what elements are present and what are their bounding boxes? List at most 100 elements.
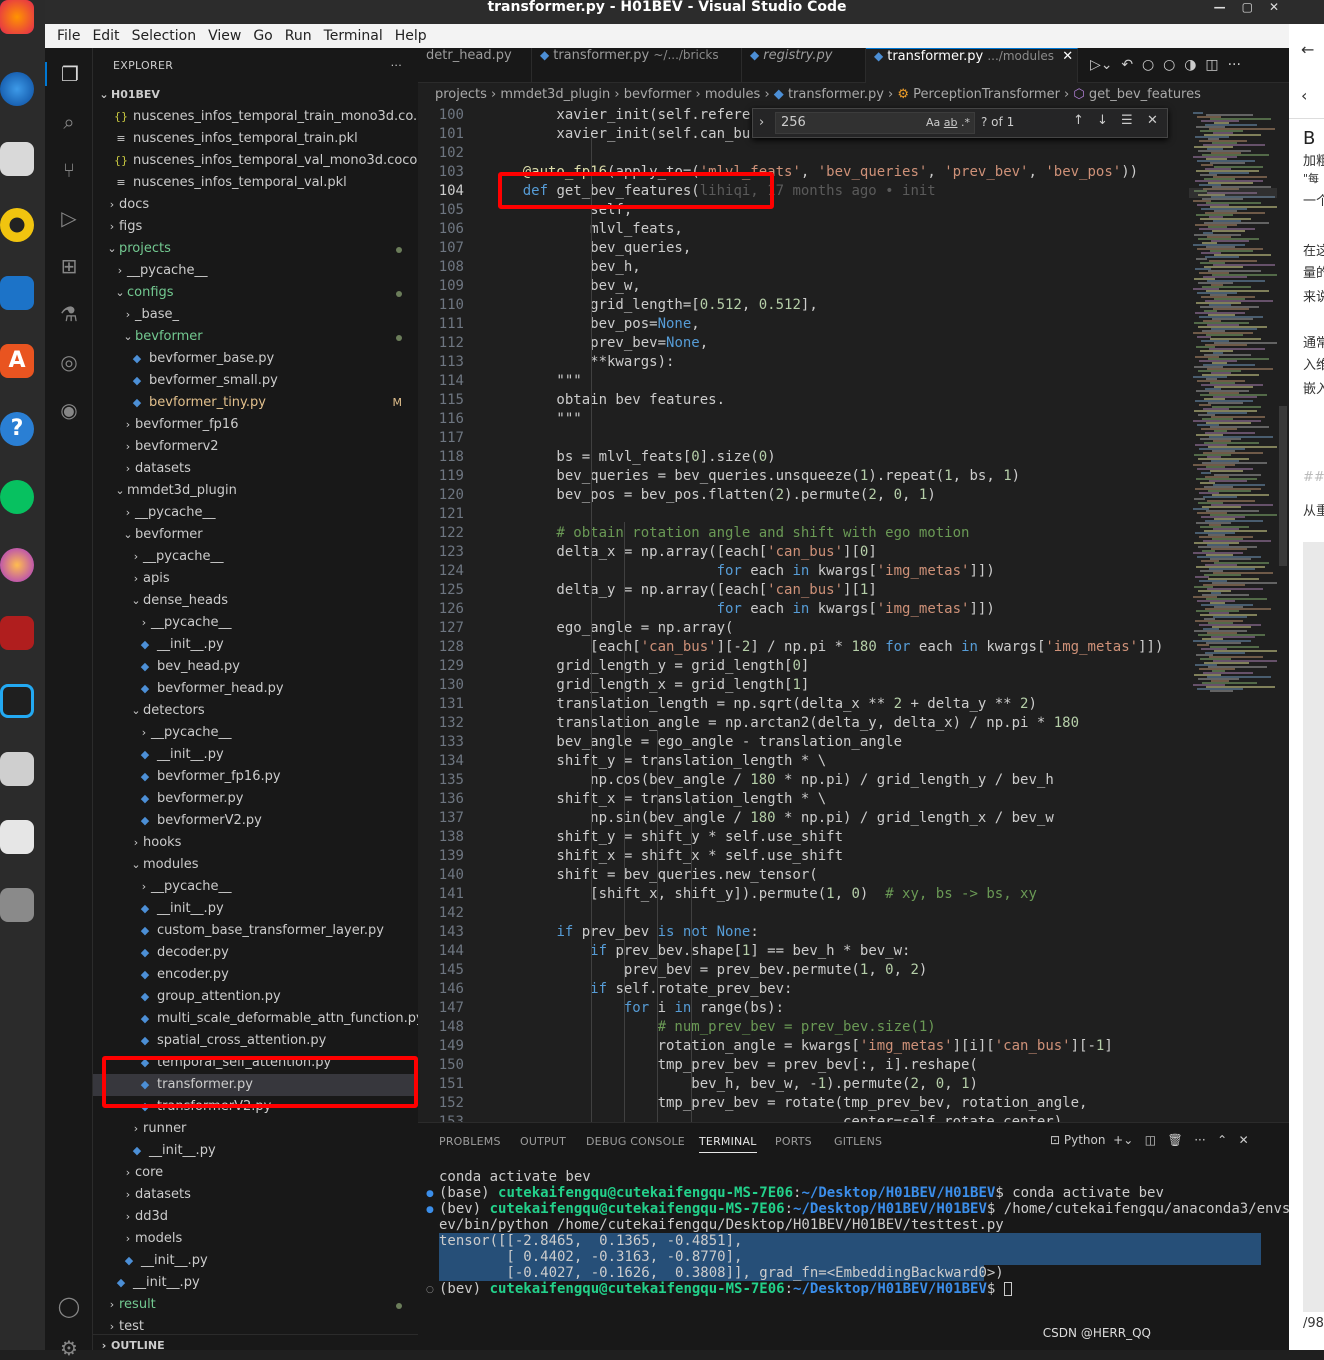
code-line[interactable]: grid_length_x = grid_length[1] (489, 676, 809, 695)
code-line[interactable]: bev_angle = ego_angle - translation_angl… (489, 733, 902, 752)
tree-folder[interactable]: › __pycache__ (93, 260, 418, 282)
code-line[interactable]: np.cos(bev_angle / 180 * np.pi) / grid_l… (489, 771, 1054, 790)
tree-folder[interactable]: ⌄ modules (93, 854, 418, 876)
code-line[interactable]: bev_queries = bev_queries.unsqueeze(1).r… (489, 467, 1020, 486)
tree-file[interactable]: ◆ bevformer_small.py (93, 370, 418, 392)
tree-file[interactable]: ◆ bevformer.py (93, 788, 418, 810)
code-line[interactable]: bs = mlvl_feats[0].size(0) (489, 448, 775, 467)
tree-folder[interactable]: › __pycache__ (93, 612, 418, 634)
code-line[interactable]: shift_x = shift_x * self.use_shift (489, 847, 843, 866)
minimap-viewport[interactable] (1189, 188, 1277, 198)
files-icon[interactable] (0, 142, 34, 176)
back-arrow-icon[interactable]: ← (1301, 40, 1314, 59)
more-terminal-icon[interactable]: ··· (1194, 1133, 1205, 1147)
close-find-icon[interactable]: ✕ (1147, 113, 1158, 128)
tree-folder[interactable]: › bevformer_fp16 (93, 414, 418, 436)
code-line[interactable]: grid_length_y = grid_length[0] (489, 657, 809, 676)
code-line[interactable]: translation_angle = np.arctan2(delta_y, … (489, 714, 1079, 733)
run-debug-icon[interactable]: ▷ (57, 206, 81, 230)
extensions-icon[interactable]: ⊞ (57, 254, 81, 278)
tree-folder[interactable]: › datasets (93, 458, 418, 480)
tab-detr-head[interactable]: detr_head.py (418, 48, 532, 83)
close-panel-icon[interactable]: ✕ (1239, 1133, 1249, 1147)
code-line[interactable]: rotation_angle = kwargs['img_metas'][i][… (489, 1037, 1113, 1056)
tree-folder[interactable]: › bevformerv2 (93, 436, 418, 458)
rhythmbox-icon[interactable] (0, 208, 34, 242)
app-center-icon[interactable]: A (0, 344, 34, 378)
terminal-app-icon[interactable] (0, 616, 34, 650)
command-decoration-icon[interactable]: ● (426, 1189, 434, 1199)
menu-file[interactable]: File (51, 28, 86, 44)
image-viewer-icon[interactable] (0, 752, 34, 786)
tree-file[interactable]: ◆ __init__.py (93, 898, 418, 920)
toggle-replace-icon[interactable]: › (759, 115, 764, 130)
minimap[interactable] (1189, 106, 1281, 1122)
next-match-icon[interactable]: ↓ (1097, 113, 1108, 128)
account-icon[interactable]: ◯ (57, 1294, 81, 1318)
menu-go[interactable]: Go (247, 28, 278, 44)
code-editor[interactable]: 100 xavier_init(self.refere 101 xavier_in… (418, 106, 1289, 1122)
code-line[interactable]: obtain bev features. (489, 391, 725, 410)
code-line[interactable]: tmp_prev_bev = prev_bev[:, i].reshape( (489, 1056, 978, 1075)
tree-folder[interactable]: › datasets (93, 1184, 418, 1206)
crumb-mmdet3d-plugin[interactable]: mmdet3d_plugin (500, 87, 610, 102)
tree-file[interactable]: ◆ __init__.py (93, 1250, 418, 1272)
code-line[interactable]: bev_w, (489, 277, 641, 296)
tree-file[interactable]: {} nuscenes_infos_temporal_train_mono3d.c… (93, 106, 418, 128)
terminal-shell-name[interactable]: Python (1064, 1133, 1106, 1147)
testing-icon[interactable]: ⚗ (57, 302, 81, 326)
code-line[interactable]: bev_h, (489, 258, 641, 277)
more-actions-icon[interactable]: ··· (391, 48, 402, 83)
tree-folder[interactable]: ⌄ projects (93, 238, 418, 260)
previous-match-icon[interactable]: ↑ (1073, 113, 1084, 128)
tree-file[interactable]: ◆ __init__.py (93, 1272, 418, 1294)
code-line[interactable]: bev_pos = bev_pos.flatten(2).permute(2, … (489, 486, 935, 505)
menu-selection[interactable]: Selection (126, 28, 203, 44)
tree-file[interactable]: {} nuscenes_infos_temporal_val_mono3d.coc… (93, 150, 418, 172)
code-line[interactable]: prev_bev = prev_bev.permute(1, 0, 2) (489, 961, 927, 980)
match-case-toggle[interactable]: Aa (926, 116, 940, 129)
tree-folder[interactable]: ⌄ configs (93, 282, 418, 304)
chevron-left-icon[interactable]: ‹ (1301, 86, 1307, 105)
code-line[interactable]: """ (489, 410, 581, 429)
maximize-icon[interactable]: ▢ (1242, 0, 1253, 14)
tree-file[interactable]: ◆ multi_scale_deformable_attn_function.py (93, 1008, 418, 1030)
gitlens-icon[interactable]: ◎ (57, 350, 81, 374)
remote-icon[interactable]: ◉ (57, 398, 81, 422)
source-control-icon[interactable]: ⑂ (57, 158, 81, 182)
outline-section[interactable]: › OUTLINE (93, 1334, 418, 1350)
tree-file[interactable]: ◆ __init__.py (93, 744, 418, 766)
gitlens-next-icon[interactable]: ○ (1163, 57, 1175, 73)
tree-file[interactable]: ◆ bev_head.py (93, 656, 418, 678)
tree-folder[interactable]: › dd3d (93, 1206, 418, 1228)
workspace-root[interactable]: ⌄ H01BEV (93, 84, 418, 106)
tree-file[interactable]: ≡ nuscenes_infos_temporal_train.pkl (93, 128, 418, 150)
tab-terminal[interactable]: TERMINAL (699, 1135, 757, 1153)
tab-registry[interactable]: ◆ registry.py (742, 48, 866, 83)
menu-help[interactable]: Help (389, 28, 433, 44)
tree-file[interactable]: ◆ bevformer_fp16.py (93, 766, 418, 788)
crumb-bevformer[interactable]: bevformer (624, 87, 692, 102)
code-line[interactable]: for i in range(bs): (489, 999, 784, 1018)
tree-folder[interactable]: ⌄ mmdet3d_plugin (93, 480, 418, 502)
code-line[interactable]: np.sin(bev_angle / 180 * np.pi) / grid_l… (489, 809, 1054, 828)
tree-file[interactable]: ◆ custom_base_transformer_layer.py (93, 920, 418, 942)
code-line[interactable]: tmp_prev_bev = rotate(tmp_prev_bev, rota… (489, 1094, 1088, 1113)
crumb-method[interactable]: get_bev_features (1089, 87, 1201, 102)
run-python-icon[interactable]: ▷⌄ (1090, 57, 1113, 73)
menu-run[interactable]: Run (279, 28, 318, 44)
tree-file[interactable]: ≡ nuscenes_infos_temporal_val.pkl (93, 172, 418, 194)
tree-file[interactable]: ◆ bevformer_tiny.py M (93, 392, 418, 414)
code-line[interactable]: # obtain rotation angle and shift with e… (489, 524, 969, 543)
crumb-modules[interactable]: modules (705, 87, 761, 102)
tab-problems[interactable]: PROBLEMS (439, 1135, 501, 1148)
code-line[interactable]: bev_pos=None, (489, 315, 700, 334)
regex-toggle[interactable]: .* (961, 116, 970, 129)
tree-folder[interactable]: ⌄ bevformer (93, 326, 418, 348)
thunderbird-icon[interactable] (0, 72, 34, 106)
tree-folder[interactable]: › docs (93, 194, 418, 216)
usb-icon[interactable] (0, 888, 34, 922)
tab-transformer-bricks[interactable]: ◆ transformer.py ~/.../bricks (532, 48, 742, 83)
close-tab-icon[interactable]: ✕ (1062, 49, 1073, 64)
editor-scrollbar[interactable] (1277, 106, 1289, 1122)
